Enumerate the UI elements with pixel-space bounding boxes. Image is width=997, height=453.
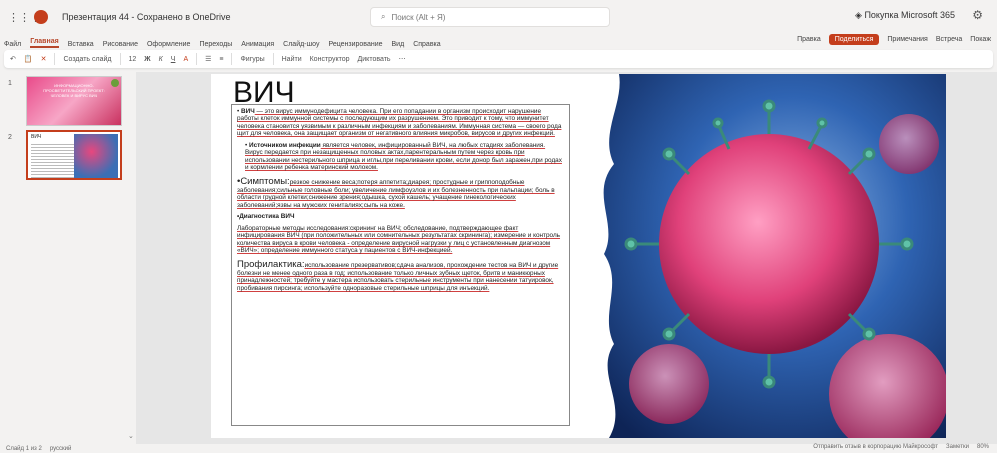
divider	[231, 53, 233, 65]
paragraph-source: • Источником инфекции является человек, …	[245, 141, 562, 172]
tabs-right-group: Правка Поделиться Примечания Встреча Пок…	[797, 34, 991, 45]
search-input[interactable]: ⌕ Поиск (Alt + Я)	[370, 7, 610, 27]
status-right-group: Отправить отзыв в корпорацию Майкрософт …	[813, 444, 989, 450]
ribbon-toolbar: ↶ 📋 ✕ Создать слайд 12 Ж К Ч A ☰ ≡ Фигур…	[4, 50, 993, 68]
tab-insert[interactable]: Вставка	[68, 41, 94, 48]
paragraph-diagnostics-heading: •Диагностика ВИЧ	[237, 213, 564, 220]
tab-view[interactable]: Вид	[392, 41, 405, 48]
slide-counter: Слайд 1 из 2	[6, 445, 42, 452]
title-bar: ⋮⋮⋮ Презентация 44 - Сохранено в OneDriv…	[0, 0, 997, 34]
paragraph-symptoms: •Симптомы:резкое снижение веса;потеря ап…	[237, 176, 564, 210]
search-icon: ⌕	[381, 12, 386, 21]
tab-help[interactable]: Справка	[413, 41, 440, 48]
diamond-icon: ◈	[855, 10, 862, 20]
thumb-image	[74, 134, 118, 178]
divider	[119, 53, 121, 65]
thumb-number-1: 1	[8, 80, 12, 87]
search-placeholder: Поиск (Alt + Я)	[391, 12, 446, 22]
app-launcher-icon[interactable]: ⋮⋮⋮	[8, 11, 41, 24]
find-button[interactable]: Найти	[282, 56, 302, 63]
share-button[interactable]: Поделиться	[828, 34, 880, 45]
diagnostics-text: Лабораторные методы исследования:скринин…	[237, 224, 561, 255]
more-button[interactable]: Покаж	[970, 36, 991, 43]
bullets-icon[interactable]: ☰	[205, 55, 211, 63]
definition-text: — это вирус иммунодефицита человека. При…	[237, 108, 562, 138]
dictate-button[interactable]: Диктовать	[358, 56, 391, 63]
document-title[interactable]: Презентация 44 - Сохранено в OneDrive	[62, 12, 231, 22]
tab-slideshow[interactable]: Слайд-шоу	[283, 41, 319, 48]
slide[interactable]: ВИЧ • ВИЧ — это вирус иммунодефицита чел…	[211, 74, 946, 438]
tab-file[interactable]: Файл	[4, 41, 21, 48]
powerpoint-logo-icon	[34, 10, 48, 24]
buy-m365-label: Покупка Microsoft 365	[864, 10, 955, 20]
edit-mode-button[interactable]: Правка	[797, 36, 821, 43]
ribbon-tabs: Файл Главная Вставка Рисование Оформлени…	[0, 34, 997, 48]
zoom-level[interactable]: 80%	[977, 444, 989, 450]
virus-image[interactable]	[589, 74, 946, 438]
tab-animations[interactable]: Анимация	[241, 41, 274, 48]
tab-draw[interactable]: Рисование	[103, 41, 138, 48]
prevention-heading: Профилактика:	[237, 258, 305, 270]
more-options-icon[interactable]: ⋯	[399, 55, 406, 63]
slide-thumbnail-2[interactable]: ВИЧ	[26, 130, 122, 180]
paragraph-diagnostics: Лабораторные методы исследования:скринин…	[237, 225, 564, 255]
designer-button[interactable]: Конструктор	[310, 56, 350, 63]
paragraph-prevention: Профилактика:использование презервативов…	[237, 259, 564, 293]
source-term: Источником инфекции	[249, 141, 321, 149]
font-color-icon[interactable]: A	[183, 56, 188, 63]
slide-text-box[interactable]: • ВИЧ — это вирус иммунодефицита человек…	[231, 104, 570, 426]
undo-icon[interactable]: ↶	[10, 55, 16, 63]
symptoms-heading: •Симптомы:	[237, 175, 290, 187]
diagnostics-heading: •Диагностика ВИЧ	[237, 213, 295, 221]
paste-icon[interactable]: 📋	[24, 55, 33, 63]
paragraph-definition: • ВИЧ — это вирус иммунодефицита человек…	[237, 108, 562, 138]
numbering-icon[interactable]: ≡	[219, 56, 223, 63]
main-area: 1 ИНФОРМАЦИОННО-ПРОСВЕТИТЕЛЬСКИЙ ПРОЕКТ:…	[0, 72, 997, 444]
slide-thumbnail-1[interactable]: ИНФОРМАЦИОННО-ПРОСВЕТИТЕЛЬСКИЙ ПРОЕКТ: Ч…	[26, 76, 122, 126]
definition-term: ВИЧ	[241, 108, 255, 115]
avatar	[111, 79, 119, 87]
slide-canvas: ВИЧ • ВИЧ — это вирус иммунодефицита чел…	[136, 72, 997, 444]
feedback-link[interactable]: Отправить отзыв в корпорацию Майкрософт	[813, 444, 938, 450]
font-size-select[interactable]: 12	[129, 56, 137, 63]
virus-illustration	[603, 74, 946, 438]
tab-design[interactable]: Оформление	[147, 41, 190, 48]
new-slide-button[interactable]: Создать слайд	[63, 56, 111, 63]
language-indicator[interactable]: русский	[50, 446, 72, 452]
tab-home[interactable]: Главная	[30, 38, 59, 48]
slide-thumbnails-pane: 1 ИНФОРМАЦИОННО-ПРОСВЕТИТЕЛЬСКИЙ ПРОЕКТ:…	[0, 72, 134, 444]
italic-icon[interactable]: К	[159, 56, 163, 63]
settings-icon[interactable]: ⚙	[972, 8, 983, 22]
buy-m365-link[interactable]: ◈ Покупка Microsoft 365	[855, 10, 955, 21]
delete-icon[interactable]: ✕	[41, 55, 47, 63]
tab-review[interactable]: Рецензирование	[328, 41, 382, 48]
bold-icon[interactable]: Ж	[144, 56, 150, 63]
divider	[272, 53, 274, 65]
notes-button[interactable]: Заметки	[946, 444, 969, 450]
thumb-caption-1: ИНФОРМАЦИОННО-ПРОСВЕТИТЕЛЬСКИЙ ПРОЕКТ: Ч…	[43, 83, 105, 98]
underline-icon[interactable]: Ч	[171, 56, 176, 63]
divider	[196, 53, 198, 65]
shapes-button[interactable]: Фигуры	[240, 56, 264, 63]
status-bar: Слайд 1 из 2 русский Отправить отзыв в к…	[0, 444, 997, 453]
divider	[54, 53, 56, 65]
meeting-button[interactable]: Встреча	[936, 36, 962, 43]
comments-button[interactable]: Примечания	[887, 36, 927, 43]
thumb-number-2: 2	[8, 134, 12, 141]
thumb-text-lines	[31, 142, 76, 178]
tab-transitions[interactable]: Переходы	[199, 41, 232, 48]
chevron-down-icon[interactable]: ⌄	[128, 432, 134, 440]
